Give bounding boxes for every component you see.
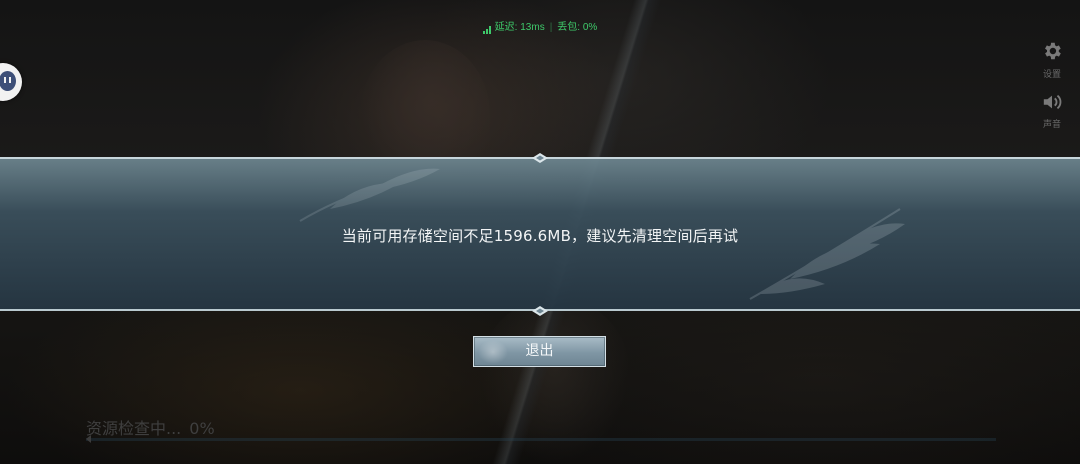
exit-button[interactable]: 退出	[473, 336, 606, 367]
dialog-bottom-ornament	[532, 306, 548, 316]
storage-warning-message: 当前可用存储空间不足1596.6MB，建议先清理空间后再试	[341, 227, 739, 245]
progress-indicator-icon	[86, 435, 91, 443]
latency-label: 延迟:	[494, 22, 518, 33]
network-status: 延迟: 13ms | 丢包: 0%	[0, 18, 1080, 34]
sound-label: 声音	[1042, 120, 1061, 130]
signal-bars-icon	[482, 23, 492, 34]
bamboo-decoration-right	[749, 208, 905, 300]
speaker-icon	[1043, 94, 1062, 110]
packet-loss-value: 0%	[582, 22, 598, 33]
button-swirl-decoration	[478, 340, 508, 364]
latency-value: 13ms	[520, 22, 545, 33]
exit-button-label: 退出	[525, 343, 554, 359]
settings-label: 设置	[1042, 70, 1061, 80]
dialog-top-ornament	[532, 153, 548, 163]
loading-status: 资源检查中... 0%	[86, 415, 215, 439]
loading-progress-bar	[86, 438, 996, 441]
gear-icon	[1045, 42, 1061, 60]
chat-bubble-icon	[0, 71, 16, 91]
settings-button[interactable]: 设置	[1038, 40, 1066, 80]
alert-dialog: 当前可用存储空间不足1596.6MB，建议先清理空间后再试	[0, 153, 1080, 316]
packet-loss-label: 丢包:	[557, 22, 581, 33]
loading-percent: 0%	[189, 419, 215, 438]
loading-text: 资源检查中...	[86, 419, 182, 438]
sound-button[interactable]: 声音	[1038, 92, 1066, 130]
